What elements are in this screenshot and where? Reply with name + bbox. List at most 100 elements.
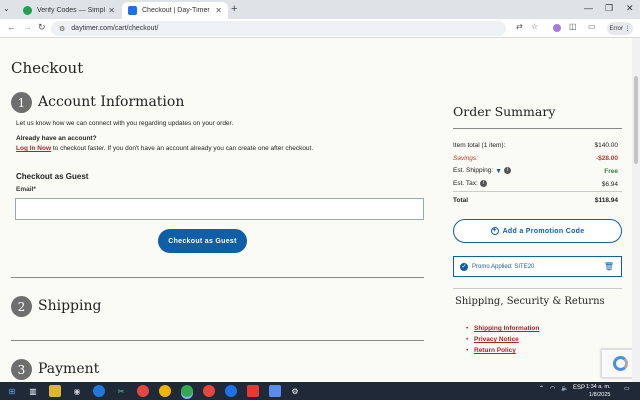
account-intro-text: Let us know how we can connect with you … bbox=[16, 120, 234, 127]
volume-icon[interactable]: 🔈 bbox=[561, 385, 568, 392]
checkout-as-guest-button[interactable]: Checkout as Guest bbox=[158, 229, 247, 253]
login-line: Log In Now to checkout faster. If you do… bbox=[16, 145, 313, 152]
tab-title: Verify Codes — SimplyCodes bbox=[37, 7, 106, 14]
restore-icon[interactable]: ❐ bbox=[605, 3, 613, 14]
tab-title: Checkout | Day-Timer bbox=[142, 7, 210, 14]
summary-row-item-total: Item total (1 item): $140.00 bbox=[453, 140, 618, 150]
taskbar: ⊞ ▥ ◉ ✂ ⚙ ⌃ ◠ 🔈 ESP 1:34 a. m. 1/8/2025 … bbox=[0, 382, 640, 400]
app-icon[interactable]: ✂ bbox=[115, 385, 127, 397]
browser-toolbar: ← → ↻ ⚙ daytimer.com/cart/checkout/ ⇄ ☆ … bbox=[0, 19, 640, 38]
chrome-icon[interactable] bbox=[203, 385, 215, 397]
sidebar-icon[interactable]: ▭ bbox=[588, 22, 596, 31]
close-tab-icon[interactable]: ✕ bbox=[215, 6, 222, 15]
new-tab-plus-icon[interactable]: + bbox=[231, 3, 237, 15]
back-arrow-icon[interactable]: ← bbox=[7, 22, 16, 32]
app-icon[interactable]: ◉ bbox=[71, 385, 83, 397]
app-icon[interactable] bbox=[247, 385, 259, 397]
shipping-heading: Shipping bbox=[38, 298, 102, 314]
settings-gear-icon[interactable]: ⚙ bbox=[289, 385, 301, 397]
windows-start-icon[interactable]: ⊞ bbox=[6, 385, 18, 397]
extension-icon[interactable] bbox=[553, 24, 561, 32]
est-tax-label: Est. Tax: bbox=[453, 180, 478, 188]
trash-icon[interactable]: 🗑 bbox=[604, 262, 614, 271]
page-scrollbar[interactable] bbox=[632, 38, 640, 382]
policy-links-list: Shipping Information Privacy Notice Retu… bbox=[466, 325, 539, 358]
summary-row-savings: Savings: -$28.00 bbox=[453, 153, 618, 163]
file-explorer-icon[interactable] bbox=[49, 385, 61, 397]
shipping-information-link[interactable]: Shipping Information bbox=[474, 325, 539, 332]
reload-icon[interactable]: ↻ bbox=[38, 22, 46, 33]
tray-chevron-up-icon[interactable]: ⌃ bbox=[539, 385, 544, 392]
address-bar[interactable]: ⚙ daytimer.com/cart/checkout/ bbox=[51, 21, 506, 36]
extensions-puzzle-icon[interactable]: ◫ bbox=[569, 22, 577, 31]
browser-tab-strip: ⌄ Verify Codes — SimplyCodes ✕ Checkout … bbox=[0, 0, 640, 19]
wifi-icon[interactable]: ◠ bbox=[550, 385, 555, 392]
profile-error-button[interactable]: Error ⋮ bbox=[607, 22, 633, 35]
url-text: daytimer.com/cart/checkout/ bbox=[71, 25, 159, 32]
step-number-badge: 3 bbox=[11, 359, 32, 380]
login-explanation-text: to checkout faster. If you don't have an… bbox=[51, 145, 314, 152]
forward-arrow-icon[interactable]: → bbox=[23, 22, 32, 32]
step-number-badge: 2 bbox=[11, 296, 32, 317]
language-indicator[interactable]: ESP bbox=[573, 385, 585, 391]
est-shipping-label: Est. Shipping: bbox=[453, 167, 494, 175]
chrome-icon[interactable] bbox=[159, 385, 171, 397]
clock-time: 1:34 a. m. bbox=[586, 384, 611, 390]
add-promotion-code-button[interactable]: + Add a Promotion Code bbox=[453, 219, 622, 243]
minimize-icon[interactable]: — bbox=[584, 3, 593, 13]
bookmark-star-icon[interactable]: ☆ bbox=[531, 22, 538, 31]
task-view-icon[interactable]: ▥ bbox=[27, 385, 39, 397]
scrollbar-thumb[interactable] bbox=[634, 76, 638, 164]
checkout-page: Checkout 1 Account Information Let us kn… bbox=[0, 38, 640, 382]
summary-row-shipping: Est. Shipping: ▼ i Free bbox=[453, 166, 618, 176]
total-value: $118.94 bbox=[594, 196, 618, 204]
edge-icon[interactable] bbox=[93, 385, 105, 397]
est-tax-value: $6.94 bbox=[601, 180, 618, 188]
promo-applied-box: ✓ Promo Applied: SITE20 🗑 bbox=[453, 256, 622, 277]
translate-icon[interactable]: ⇄ bbox=[516, 22, 523, 31]
list-item: Return Policy bbox=[466, 347, 539, 358]
privacy-notice-link[interactable]: Privacy Notice bbox=[474, 336, 519, 343]
section-divider bbox=[11, 277, 424, 278]
info-icon[interactable]: i bbox=[479, 180, 487, 188]
item-total-label: Item total (1 item): bbox=[453, 141, 506, 149]
summary-divider bbox=[453, 191, 622, 192]
notification-icon[interactable]: ▭ bbox=[624, 385, 630, 392]
return-policy-link[interactable]: Return Policy bbox=[474, 347, 516, 354]
checkout-as-guest-heading: Checkout as Guest bbox=[16, 172, 89, 181]
savings-label: Savings: bbox=[453, 154, 478, 162]
chevron-down-icon[interactable]: ▼ bbox=[495, 168, 502, 175]
tab-daytimer-checkout[interactable]: Checkout | Day-Timer ✕ bbox=[122, 2, 228, 19]
list-item: Privacy Notice bbox=[466, 336, 539, 347]
savings-value: -$28.00 bbox=[595, 154, 618, 162]
chrome-icon[interactable] bbox=[137, 385, 149, 397]
site-info-icon[interactable]: ⚙ bbox=[59, 25, 65, 33]
recaptcha-icon bbox=[613, 356, 628, 371]
page-title: Checkout bbox=[11, 59, 84, 77]
est-shipping-value: Free bbox=[604, 167, 618, 175]
chrome-icon[interactable] bbox=[181, 385, 193, 397]
tab-search-chevron-icon[interactable]: ⌄ bbox=[3, 4, 10, 13]
info-icon[interactable]: i bbox=[504, 167, 512, 175]
total-label: Total bbox=[453, 196, 469, 204]
account-information-heading: Account Information bbox=[38, 94, 185, 110]
chrome-icon[interactable] bbox=[225, 385, 237, 397]
taskbar-clock[interactable]: 1:34 a. m. 1/8/2025 bbox=[586, 383, 610, 399]
tab-simplycodes[interactable]: Verify Codes — SimplyCodes ✕ bbox=[17, 2, 121, 19]
window-close-icon[interactable]: ✕ bbox=[626, 3, 634, 14]
item-total-value: $140.00 bbox=[594, 141, 619, 149]
promo-applied-text: Promo Applied: SITE20 bbox=[472, 263, 535, 270]
summary-row-tax: Est. Tax: i $6.94 bbox=[453, 179, 618, 189]
payment-heading: Payment bbox=[38, 361, 100, 377]
app-icon[interactable] bbox=[269, 385, 281, 397]
step-number-badge: 1 bbox=[11, 92, 32, 113]
email-field[interactable] bbox=[15, 198, 424, 220]
email-label: Email* bbox=[16, 186, 36, 193]
plus-circle-icon: + bbox=[490, 227, 499, 235]
already-have-account-text: Already have an account? bbox=[16, 135, 97, 142]
close-tab-icon[interactable]: ✕ bbox=[108, 6, 115, 15]
log-in-now-link[interactable]: Log In Now bbox=[16, 145, 51, 152]
summary-row-total: Total $118.94 bbox=[453, 195, 618, 205]
clock-date: 1/8/2025 bbox=[589, 392, 611, 398]
add-promotion-code-label: Add a Promotion Code bbox=[502, 227, 585, 235]
